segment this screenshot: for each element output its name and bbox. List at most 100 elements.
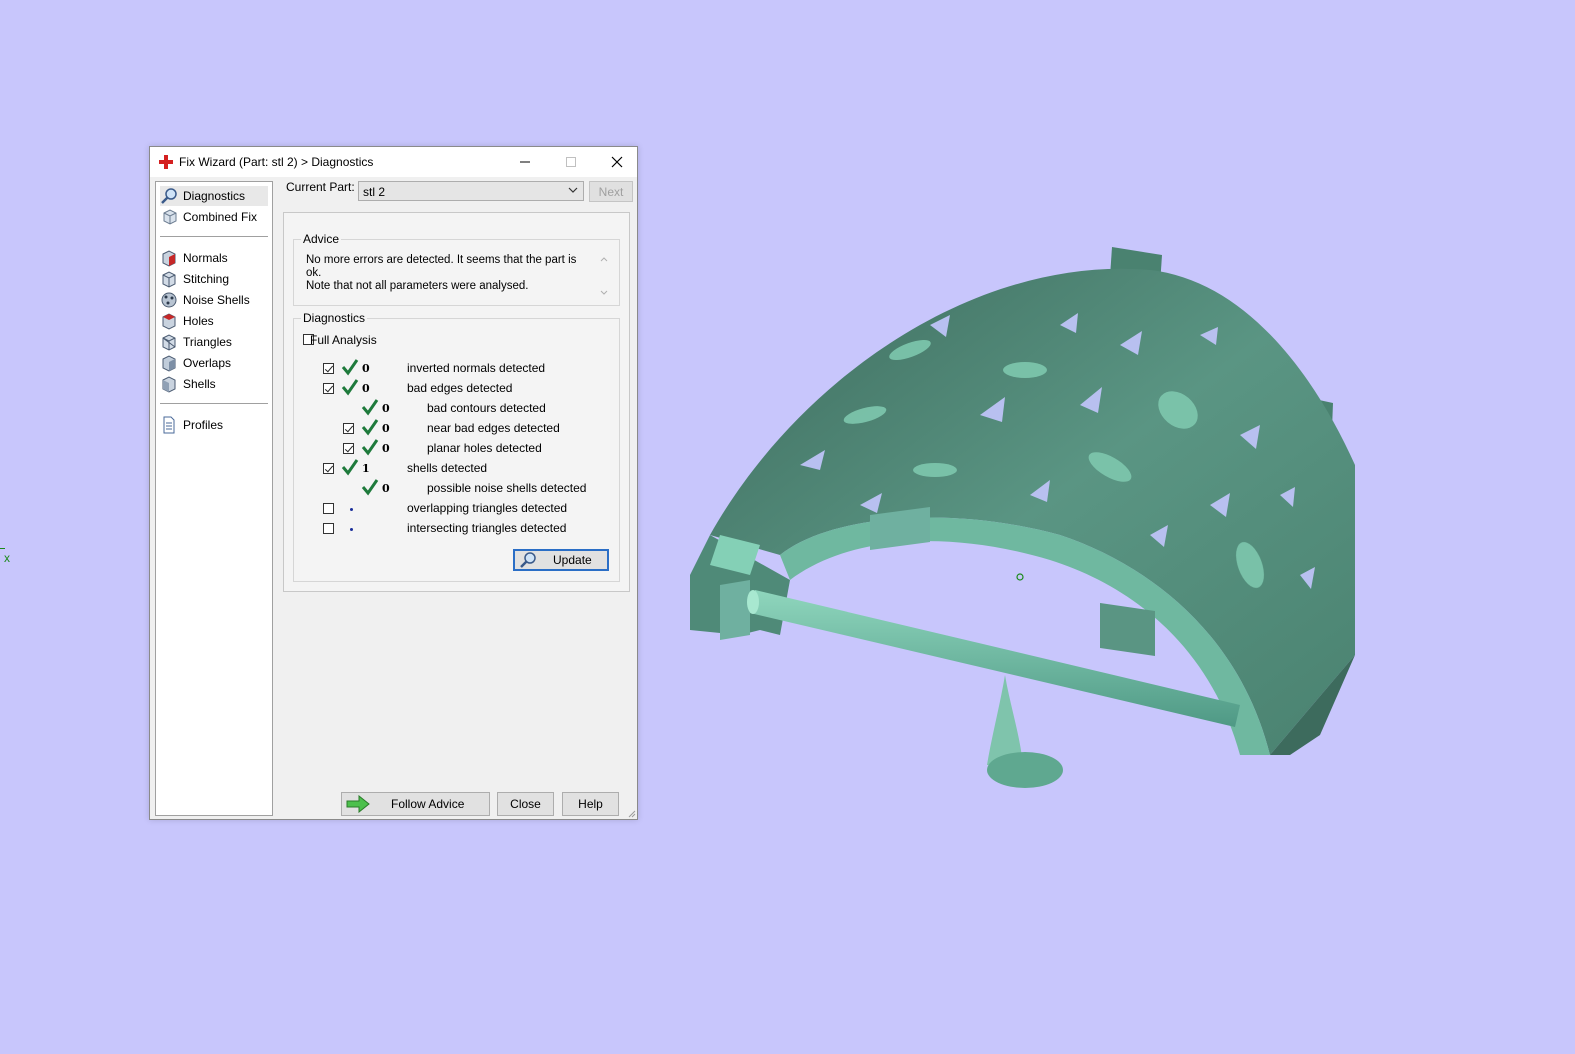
- advice-scrollbar[interactable]: [598, 252, 610, 300]
- current-part-value: stl 2: [363, 185, 386, 199]
- green-check-icon: [361, 399, 379, 416]
- fix-wizard-dialog: Fix Wizard (Part: stl 2) > Diagnostics D…: [149, 146, 638, 820]
- title-bar[interactable]: Fix Wizard (Part: stl 2) > Diagnostics: [150, 147, 637, 177]
- diag-count: 0: [382, 442, 390, 455]
- nav-item-stitching[interactable]: Stitching: [160, 269, 268, 289]
- noise-shells-icon: [161, 292, 177, 308]
- update-button[interactable]: Update: [513, 549, 609, 571]
- green-check-icon: [361, 419, 379, 436]
- help-button[interactable]: Help: [562, 792, 619, 816]
- diag-label: shells detected: [407, 461, 488, 475]
- diag-count: 0: [382, 402, 390, 415]
- diag-count: 1: [362, 462, 370, 475]
- green-check-icon: [361, 439, 379, 456]
- nav-item-profiles[interactable]: Profiles: [160, 415, 268, 435]
- nav-item-shells[interactable]: Shells: [160, 374, 268, 394]
- close-window-button[interactable]: [594, 147, 640, 177]
- nav-item-combined-fix[interactable]: Combined Fix: [160, 207, 268, 227]
- diagnostics-panel: Advice No more errors are detected. It s…: [283, 212, 630, 592]
- overlapping-triangles-checkbox[interactable]: [323, 503, 334, 514]
- diag-count: 0: [382, 482, 390, 495]
- diag-label: inverted normals detected: [407, 361, 546, 375]
- current-part-select[interactable]: stl 2: [358, 181, 584, 201]
- stand-base: [987, 752, 1063, 788]
- diag-label: planar holes detected: [427, 441, 542, 455]
- document-icon: [163, 416, 175, 434]
- nav-item-overlaps[interactable]: Overlaps: [160, 353, 268, 373]
- minimize-button[interactable]: [502, 147, 548, 177]
- overlaps-cube-icon: [162, 355, 176, 372]
- nav-label: Holes: [183, 314, 214, 328]
- nav-item-noise-shells[interactable]: Noise Shells: [160, 290, 268, 310]
- diag-label: intersecting triangles detected: [407, 521, 567, 535]
- magnifier-icon: [161, 188, 177, 204]
- pending-dot-icon: [350, 528, 353, 531]
- pending-dot-icon: [350, 508, 353, 511]
- axis-tick: [0, 548, 5, 549]
- close-icon: [611, 156, 623, 168]
- planar-holes-checkbox[interactable]: [343, 443, 354, 454]
- nav-item-normals[interactable]: Normals: [160, 248, 268, 268]
- triangles-cube-icon: [162, 334, 176, 351]
- nav-item-triangles[interactable]: Triangles: [160, 332, 268, 352]
- follow-advice-label: Follow Advice: [391, 797, 465, 811]
- nav-label: Profiles: [183, 418, 224, 432]
- green-check-icon: [361, 479, 379, 496]
- maximize-button[interactable]: [548, 147, 594, 177]
- shells-cube-icon: [162, 376, 176, 393]
- nav-label: Noise Shells: [183, 293, 250, 307]
- nav-label: Shells: [183, 377, 216, 391]
- nav-label: Combined Fix: [183, 210, 258, 224]
- advice-line: Note that not all parameters were analys…: [306, 280, 529, 292]
- diagnostics-title: Diagnostics: [301, 311, 368, 325]
- advice-title: Advice: [301, 232, 342, 246]
- diag-label: near bad edges detected: [427, 421, 560, 435]
- green-check-icon: [341, 359, 359, 376]
- close-button[interactable]: Close: [497, 792, 554, 816]
- diag-count: 0: [382, 422, 390, 435]
- cube-icon: [163, 209, 177, 225]
- diag-label: bad contours detected: [427, 401, 546, 415]
- maximize-icon: [566, 157, 576, 167]
- advice-line: No more errors are detected. It seems th…: [306, 254, 577, 279]
- model-shell: [690, 247, 1355, 755]
- diag-label: bad edges detected: [407, 381, 513, 395]
- diag-label: possible noise shells detected: [427, 481, 587, 495]
- chevron-down-icon: [568, 187, 578, 193]
- red-cross-icon: [159, 155, 173, 169]
- next-button[interactable]: Next: [589, 181, 633, 202]
- intersecting-triangles-checkbox[interactable]: [323, 523, 334, 534]
- near-bad-edges-checkbox[interactable]: [343, 423, 354, 434]
- pivot-marker: [1016, 573, 1024, 581]
- wizard-nav: Diagnostics Combined Fix Normals Stitchi…: [155, 181, 273, 816]
- 3d-model-view[interactable]: [680, 235, 1380, 805]
- diag-count: 0: [362, 362, 370, 375]
- current-part-label: Current Part:: [286, 180, 355, 194]
- nav-divider: [160, 236, 268, 237]
- diagnostics-group: Diagnostics Full Analysis 0 inverted nor…: [293, 311, 620, 582]
- diag-count: 0: [362, 382, 370, 395]
- follow-advice-button[interactable]: Follow Advice: [341, 792, 490, 816]
- normals-cube-icon: [162, 250, 176, 267]
- nav-divider: [160, 403, 268, 404]
- nav-label: Overlaps: [183, 356, 232, 370]
- rod-end: [747, 590, 759, 614]
- nav-label: Diagnostics: [183, 189, 246, 203]
- shells-checkbox[interactable]: [323, 463, 334, 474]
- diag-label: overlapping triangles detected: [407, 501, 568, 515]
- stitching-cube-icon: [162, 271, 176, 288]
- update-label: Update: [553, 553, 592, 567]
- nav-item-holes[interactable]: Holes: [160, 311, 268, 331]
- nav-item-diagnostics[interactable]: Diagnostics: [160, 186, 268, 206]
- full-analysis-label: Full Analysis: [310, 333, 377, 347]
- magnifier-icon: [520, 552, 536, 568]
- advice-group: Advice No more errors are detected. It s…: [293, 232, 620, 306]
- model-stand: [987, 675, 1023, 765]
- resize-grip-icon[interactable]: [626, 808, 636, 818]
- bad-edges-checkbox[interactable]: [323, 383, 334, 394]
- green-check-icon: [341, 459, 359, 476]
- nav-label: Triangles: [183, 335, 232, 349]
- inverted-normals-checkbox[interactable]: [323, 363, 334, 374]
- green-arrow-icon: [346, 795, 370, 813]
- nav-label: Normals: [183, 251, 228, 265]
